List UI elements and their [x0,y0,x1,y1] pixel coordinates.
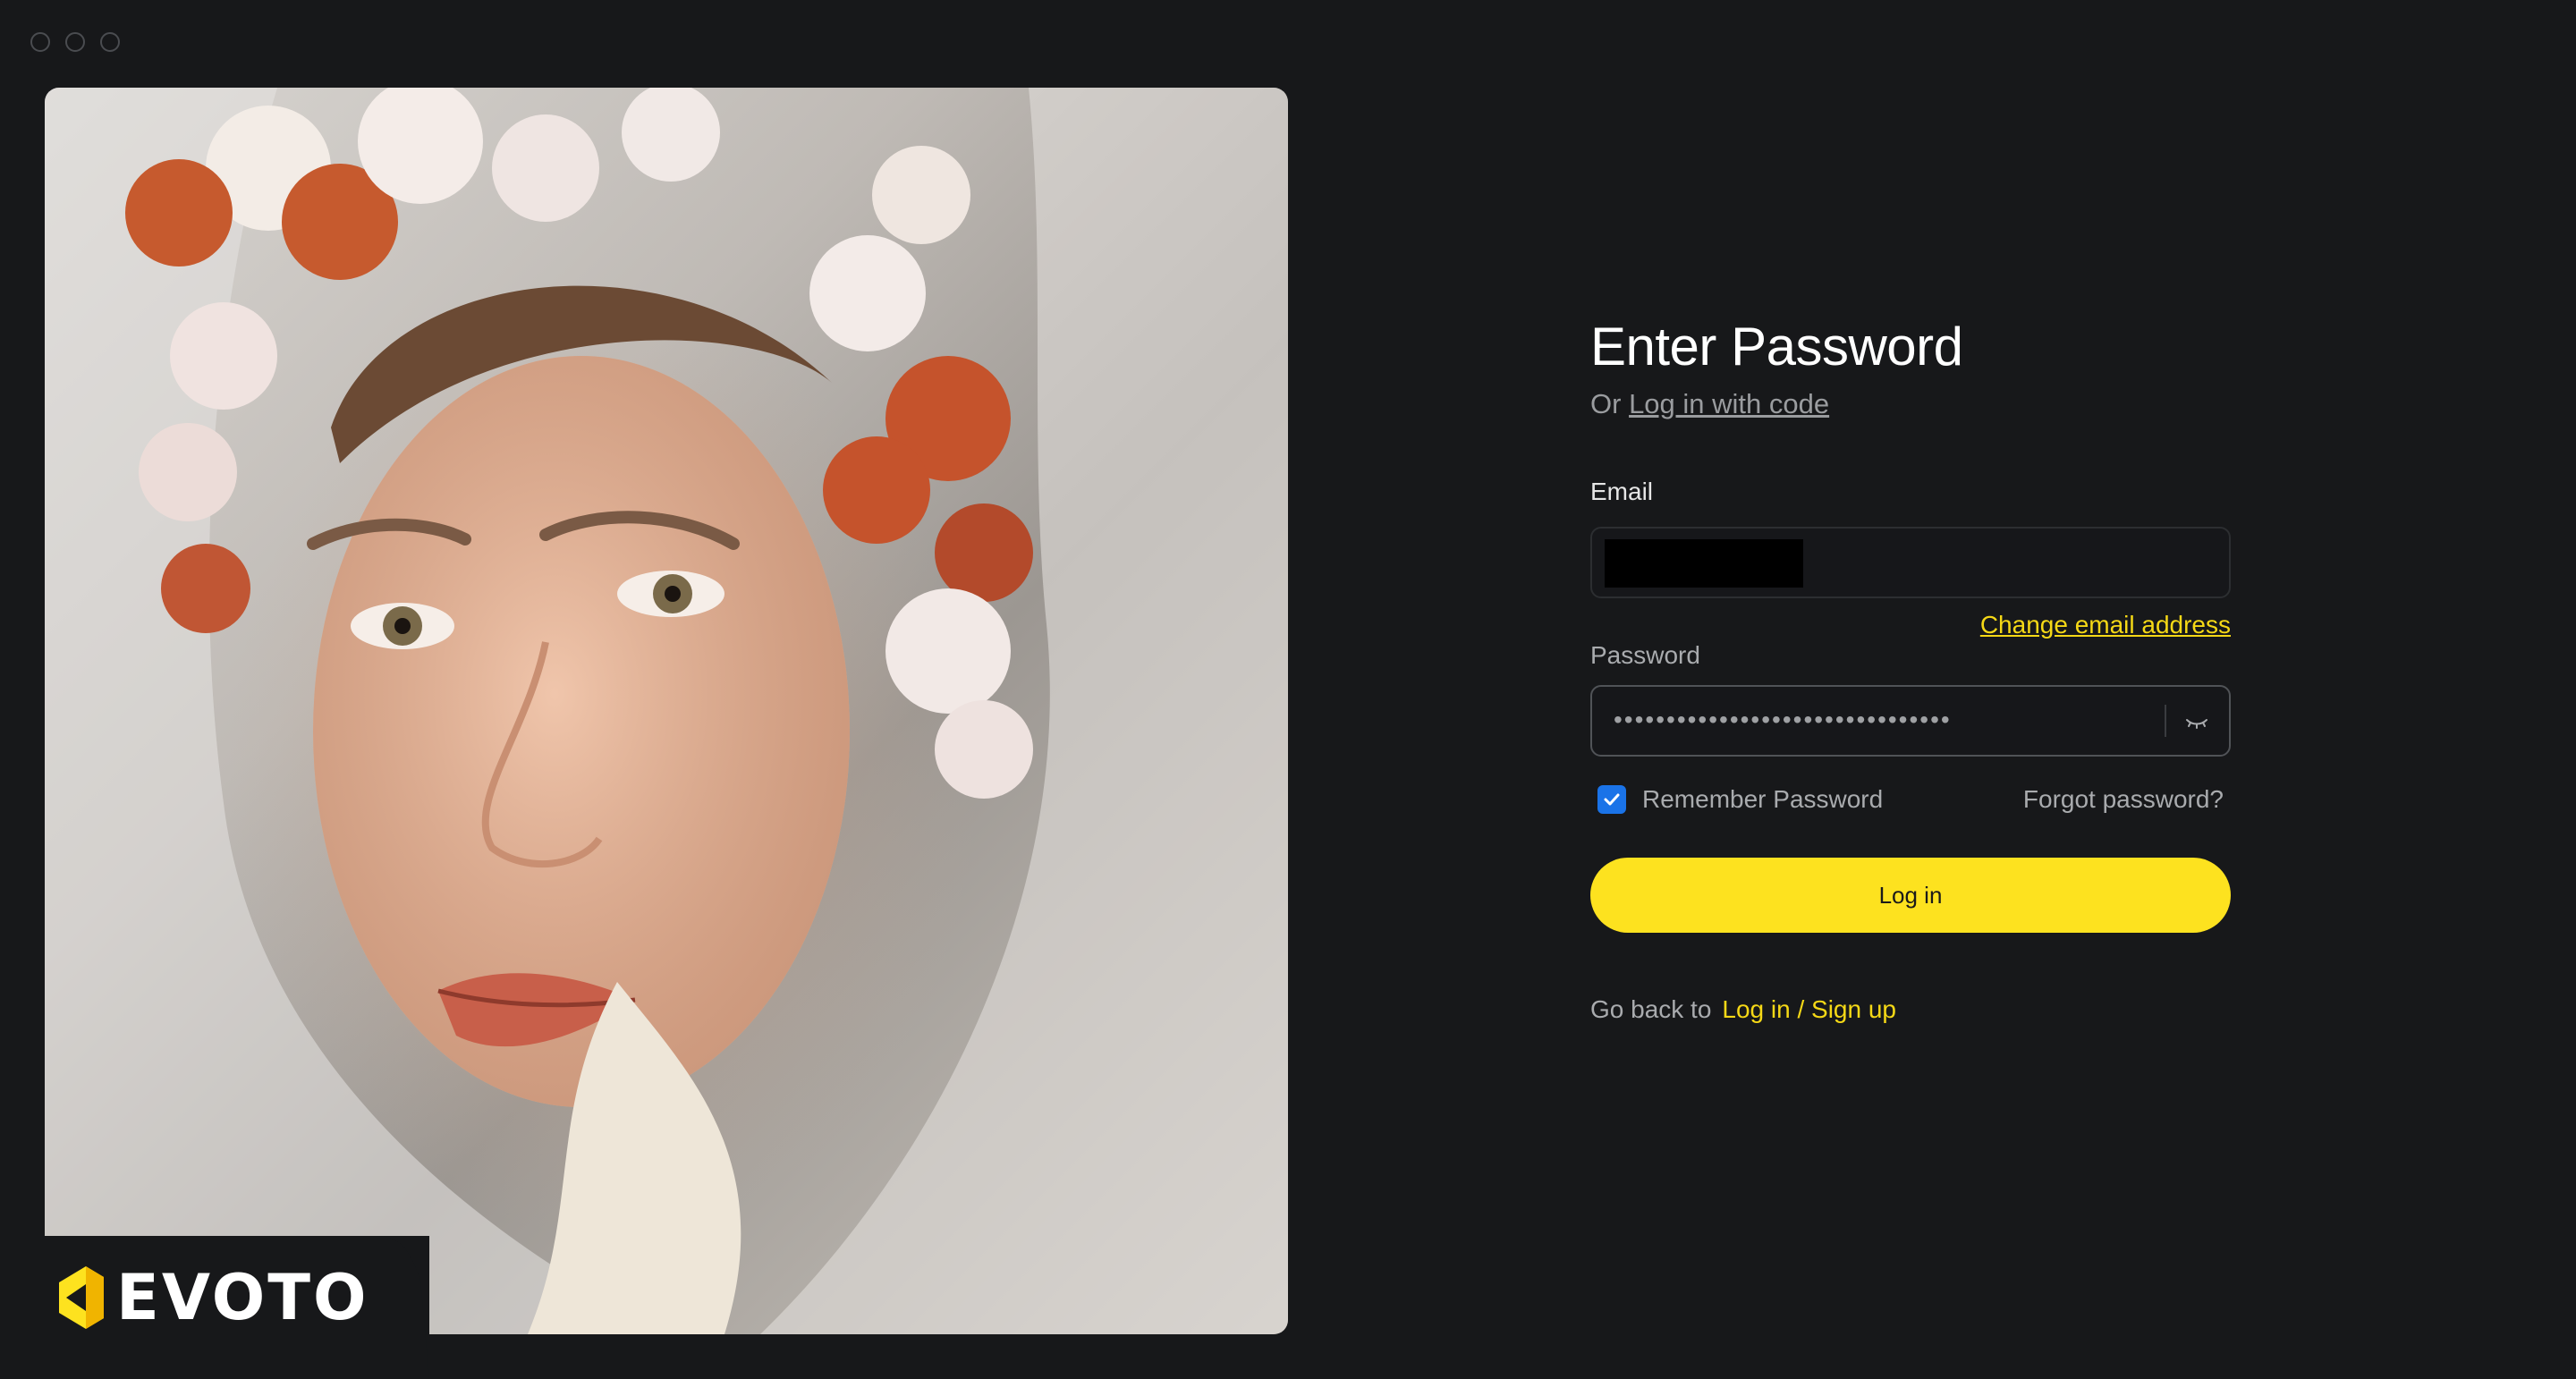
go-back-row: Go back to Log in / Sign up [1590,995,1896,1024]
email-label: Email [1590,478,1654,505]
remember-password[interactable]: Remember Password [1597,785,1883,814]
hero-portrait-image [45,88,1288,1334]
email-field[interactable] [1590,527,2231,598]
login-signup-link[interactable]: Log in / Sign up [1722,995,1896,1024]
eye-closed-icon[interactable] [2184,709,2209,734]
password-field[interactable]: •••••••••••••••••••••••••••••••• [1590,685,2231,757]
maximize-window-button[interactable] [100,32,120,52]
evoto-logo: EVOTO [59,1261,369,1334]
password-masked-value: •••••••••••••••••••••••••••••••• [1614,706,1952,733]
brand-name: EVOTO [116,1261,369,1334]
evoto-logo-icon [59,1266,104,1329]
window-controls [30,32,120,52]
minimize-window-button[interactable] [65,32,85,52]
go-back-text: Go back to [1590,995,1712,1023]
close-window-button[interactable] [30,32,50,52]
remember-password-checkbox[interactable] [1597,785,1626,814]
subtitle: Or Log in with code [1590,388,2231,420]
forgot-password-link[interactable]: Forgot password? [2023,785,2224,814]
portrait-illustration [45,88,1288,1334]
login-button[interactable]: Log in [1590,858,2231,933]
remember-password-label: Remember Password [1642,785,1884,813]
page-title: Enter Password [1590,317,1963,376]
password-label: Password [1590,641,1700,669]
change-email-link[interactable]: Change email address [1980,611,2231,639]
checkmark-icon [1604,793,1620,806]
login-with-code-link[interactable]: Log in with code [1629,388,1829,419]
password-field-divider [2165,705,2166,737]
subtitle-prefix: Or [1590,388,1622,419]
login-window: EVOTO Enter Password Or Log in with code… [0,0,2576,1379]
email-redacted-value [1605,539,1803,588]
login-form: Enter Password Or Log in with code Email… [1590,313,2231,1023]
